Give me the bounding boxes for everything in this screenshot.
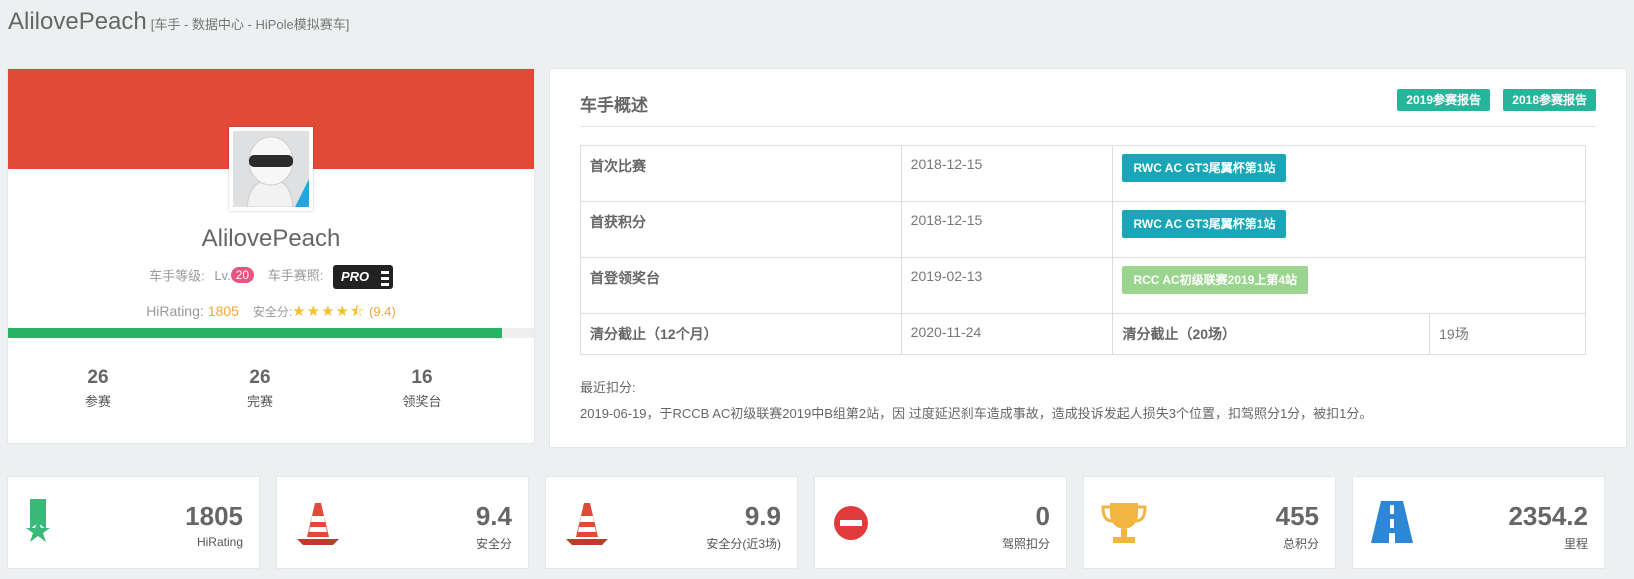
report-2019-button[interactable]: 2019参赛报告 [1397,89,1490,111]
stat-box-label: 安全分(近3场) [706,537,781,551]
race-link[interactable]: RWC AC GT3尾翼杯第1站 [1122,210,1287,238]
stat-value: 26 [249,367,271,388]
stat-box-mileage: 2354.2 里程 [1352,476,1605,569]
stat-box-value: 9.4 [475,501,512,531]
stat-label: 完赛 [246,394,273,409]
page-title: AlilovePeach [8,8,147,35]
stat-box-label: 驾照扣分 [1001,537,1050,551]
row-label: 清分截止（20场） [1112,313,1431,355]
stat-races: 26 参赛 [38,367,158,410]
stat-finished: 26 完赛 [200,367,320,410]
stat-box-hirating: 1805 HiRating [7,476,260,569]
traffic-cone-icon [297,503,339,545]
table-row: 首登领奖台 2019-02-13 RCC AC初级联赛2019上第4站 [580,257,1586,314]
race-link[interactable]: RWC AC GT3尾翼杯第1站 [1122,154,1287,182]
row-date: 2018-12-15 [900,201,1114,258]
stat-box-safety: 9.4 安全分 [276,476,529,569]
recent-penalty-text: 2019-06-19，于RCCB AC初级联赛2019中B组第2站，因 过度延迟… [580,406,1373,421]
safety-label: 安全分: [252,305,293,319]
helmet-avatar-icon [233,131,309,207]
level-license-row: 车手等级: Lv. 20 车手赛照: PRO [8,265,534,289]
table-row: 清分截止（12个月） 2020-11-24 清分截止（20场） 19场 [580,313,1586,355]
stat-box-label: 里程 [1563,537,1588,551]
level-label: 车手等级: [149,268,205,284]
stat-box-value: 0 [1035,501,1050,531]
overview-title: 车手概述 [580,96,648,115]
stat-box-label: HiRating [196,535,243,549]
row-label: 清分截止（12个月） [580,313,902,355]
level-prefix: Lv. [214,268,231,284]
stat-box-label: 安全分 [475,537,512,551]
overview-table: 首次比赛 2018-12-15 RWC AC GT3尾翼杯第1站 首获积分 20… [580,145,1586,355]
divider [580,126,1596,127]
stat-label: 领奖台 [402,394,442,409]
license-pro-badge[interactable]: PRO [332,265,393,289]
avatar [229,127,313,211]
stat-podiums: 16 领奖台 [362,367,482,410]
recent-penalty-label: 最近扣分: [580,380,636,395]
race-link[interactable]: RCC AC初级联赛2019上第4站 [1122,266,1309,294]
rating-progress-bar [8,328,534,338]
report-2018-button[interactable]: 2018参赛报告 [1503,89,1596,111]
traffic-cone-icon [566,503,608,545]
stat-box-points: 455 总积分 [1083,476,1336,569]
safety-score: (9.4) [369,304,396,319]
table-row: 首次比赛 2018-12-15 RWC AC GT3尾翼杯第1站 [580,145,1586,202]
stat-label: 参赛 [84,394,111,409]
stat-box-value: 2354.2 [1508,501,1588,531]
row-value: 19场 [1429,313,1586,355]
driver-overview-card: 车手概述 2019参赛报告 2018参赛报告 首次比赛 2018-12-15 R… [549,68,1627,448]
star-rating-icon: ★★★★⯪ [292,303,366,320]
checkered-flag-icon [380,268,389,286]
level-badge: 20 [230,267,255,284]
profile-card: AlilovePeach 车手等级: Lv. 20 车手赛照: PRO HiRat… [7,68,535,444]
no-entry-icon [834,506,868,540]
stat-box-safety-recent: 9.9 安全分(近3场) [545,476,798,569]
page-header: AlilovePeach [车手 - 数据中心 - HiPole模拟赛车] [8,8,349,36]
license-label: 车手赛照: [267,268,324,284]
stat-box-label: 总积分 [1282,537,1319,551]
row-date: 2019-02-13 [900,257,1114,314]
row-date: 2020-11-24 [900,313,1114,355]
row-label: 首次比赛 [580,145,902,202]
stat-value: 26 [87,367,109,388]
rating-value: 1805 [207,303,239,319]
progress-fill [8,328,503,338]
table-row: 首获积分 2018-12-15 RWC AC GT3尾翼杯第1站 [580,201,1586,258]
stat-value: 16 [411,367,433,388]
row-label: 首获积分 [580,201,902,258]
stat-box-value: 1805 [185,501,243,531]
stat-box-license-penalty: 0 驾照扣分 [814,476,1067,569]
road-icon [1371,501,1413,543]
stat-box-value: 9.9 [744,501,781,531]
row-label: 首登领奖台 [580,257,902,314]
page-subtitle: [车手 - 数据中心 - HiPole模拟赛车] [150,17,350,32]
stat-box-value: 455 [1275,501,1319,531]
trophy-icon [1101,503,1147,543]
driver-name: AlilovePeach [201,225,341,252]
rating-row: HiRating: 1805 安全分:★★★★⯪ (9.4) [8,301,534,326]
ribbon-star-icon [26,499,50,542]
rating-label: HiRating: [146,303,204,319]
row-date: 2018-12-15 [900,145,1114,202]
